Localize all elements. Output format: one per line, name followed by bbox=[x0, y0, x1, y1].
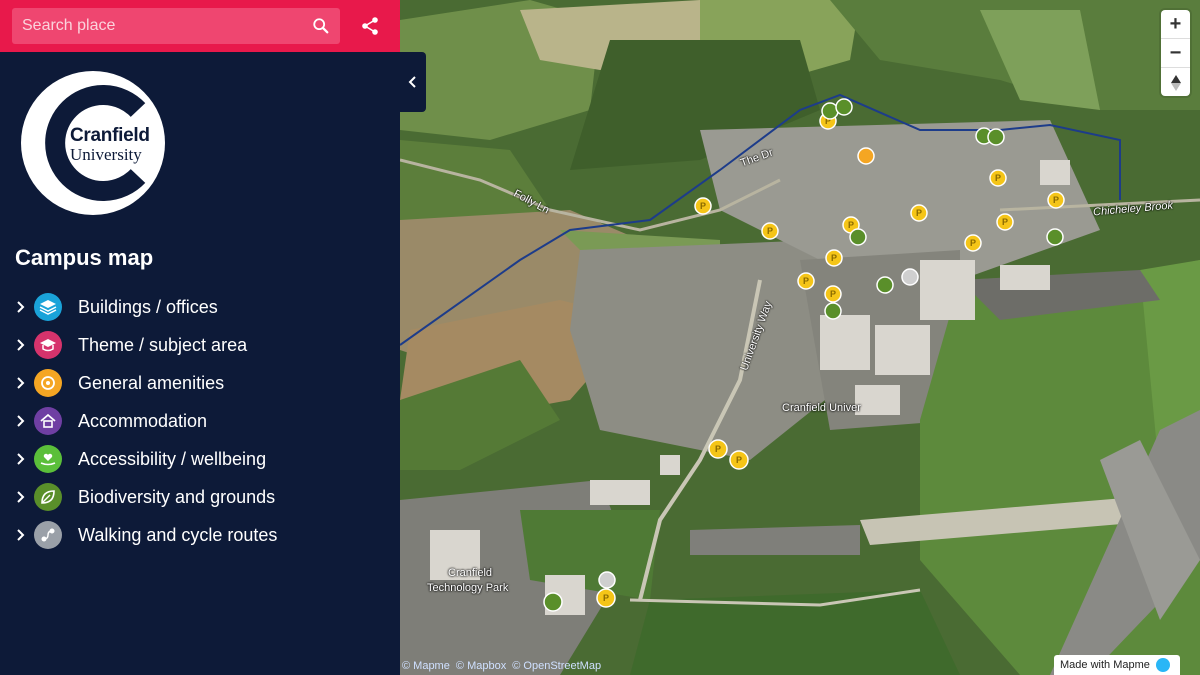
category-routes[interactable]: Walking and cycle routes bbox=[12, 516, 392, 554]
layers-icon bbox=[34, 293, 62, 321]
svg-text:P: P bbox=[831, 253, 837, 263]
made-with-mapme-badge[interactable]: Made with Mapme bbox=[1054, 655, 1180, 675]
svg-text:P: P bbox=[603, 593, 609, 603]
chevron-right-icon bbox=[17, 491, 25, 503]
logo-line2: University bbox=[70, 145, 142, 164]
search-icon[interactable] bbox=[312, 17, 330, 35]
category-label: Biodiversity and grounds bbox=[78, 486, 276, 507]
category-amenities[interactable]: General amenities bbox=[12, 364, 392, 402]
label-cranfield-univ: Cranfield Univer bbox=[782, 402, 861, 414]
zoom-in-button[interactable]: + bbox=[1161, 10, 1190, 39]
route-icon bbox=[34, 521, 62, 549]
map-attribution: © Mapme © Mapbox © OpenStreetMap bbox=[402, 660, 604, 672]
category-label: Accommodation bbox=[78, 410, 208, 431]
svg-text:P: P bbox=[995, 173, 1001, 183]
svg-text:P: P bbox=[970, 238, 976, 248]
category-label: Theme / subject area bbox=[78, 334, 248, 355]
leaf-icon bbox=[34, 483, 62, 511]
chevron-right-icon bbox=[17, 301, 25, 313]
satellite-imagery: PPP PPP PPP PPP PPP bbox=[400, 0, 1200, 675]
category-accommodation[interactable]: Accommodation bbox=[12, 402, 392, 440]
svg-text:P: P bbox=[736, 455, 742, 465]
mapme-logo-icon bbox=[1155, 658, 1170, 672]
svg-text:P: P bbox=[767, 226, 773, 236]
search-input[interactable] bbox=[22, 8, 302, 44]
campus-map-app: PPP PPP PPP PPP PPP Folly Ln The Dr Univ… bbox=[0, 0, 1200, 675]
heart-hand-icon bbox=[34, 445, 62, 473]
category-menu: Buildings / offices Theme / subject area… bbox=[12, 288, 392, 554]
svg-text:P: P bbox=[848, 220, 854, 230]
chevron-right-icon bbox=[17, 415, 25, 427]
attribution-mapbox[interactable]: © Mapbox bbox=[456, 660, 506, 672]
attribution-mapme[interactable]: © Mapme bbox=[402, 660, 450, 672]
svg-text:P: P bbox=[830, 289, 836, 299]
category-accessibility[interactable]: Accessibility / wellbeing bbox=[12, 440, 392, 478]
svg-text:P: P bbox=[1053, 195, 1059, 205]
label-tech-park-line1: Cranfield bbox=[448, 567, 493, 579]
panel-title: Campus map bbox=[15, 245, 154, 270]
amenities-icon bbox=[34, 369, 62, 397]
svg-text:P: P bbox=[916, 208, 922, 218]
svg-text:P: P bbox=[803, 276, 809, 286]
share-icon[interactable] bbox=[360, 16, 380, 36]
logo-line1: Cranfield bbox=[70, 125, 150, 146]
label-tech-park-line2: Technology Park bbox=[427, 582, 509, 594]
chevron-right-icon bbox=[17, 453, 25, 465]
house-icon bbox=[34, 407, 62, 435]
category-label: Accessibility / wellbeing bbox=[78, 448, 267, 469]
collapse-sidebar-button[interactable] bbox=[400, 52, 426, 112]
svg-text:P: P bbox=[700, 201, 706, 211]
chevron-right-icon bbox=[17, 377, 25, 389]
category-label: Walking and cycle routes bbox=[78, 524, 278, 545]
svg-text:P: P bbox=[715, 444, 721, 454]
mortarboard-icon bbox=[34, 331, 62, 359]
category-buildings[interactable]: Buildings / offices bbox=[12, 288, 392, 326]
category-label: Buildings / offices bbox=[78, 296, 218, 317]
chevron-right-icon bbox=[17, 339, 25, 351]
map-canvas[interactable]: PPP PPP PPP PPP PPP Folly Ln The Dr Univ… bbox=[400, 0, 1200, 675]
chevron-left-icon bbox=[408, 76, 416, 88]
category-theme[interactable]: Theme / subject area bbox=[12, 326, 392, 364]
attribution-osm[interactable]: © OpenStreetMap bbox=[512, 660, 601, 672]
logo-wordmark: Cranfield University bbox=[70, 126, 150, 164]
category-biodiversity[interactable]: Biodiversity and grounds bbox=[12, 478, 392, 516]
search-bar bbox=[0, 0, 400, 52]
zoom-controls: + − bbox=[1161, 10, 1190, 96]
category-label: General amenities bbox=[78, 372, 225, 393]
search-box bbox=[12, 8, 340, 44]
sidebar-panel: Cranfield University Campus map Building… bbox=[0, 0, 400, 675]
compass-icon bbox=[1170, 74, 1181, 91]
made-with-label: Made with Mapme bbox=[1060, 659, 1150, 671]
svg-text:P: P bbox=[1002, 217, 1008, 227]
chevron-right-icon bbox=[17, 529, 25, 541]
compass-button[interactable] bbox=[1161, 68, 1190, 97]
zoom-out-button[interactable]: − bbox=[1161, 39, 1190, 68]
